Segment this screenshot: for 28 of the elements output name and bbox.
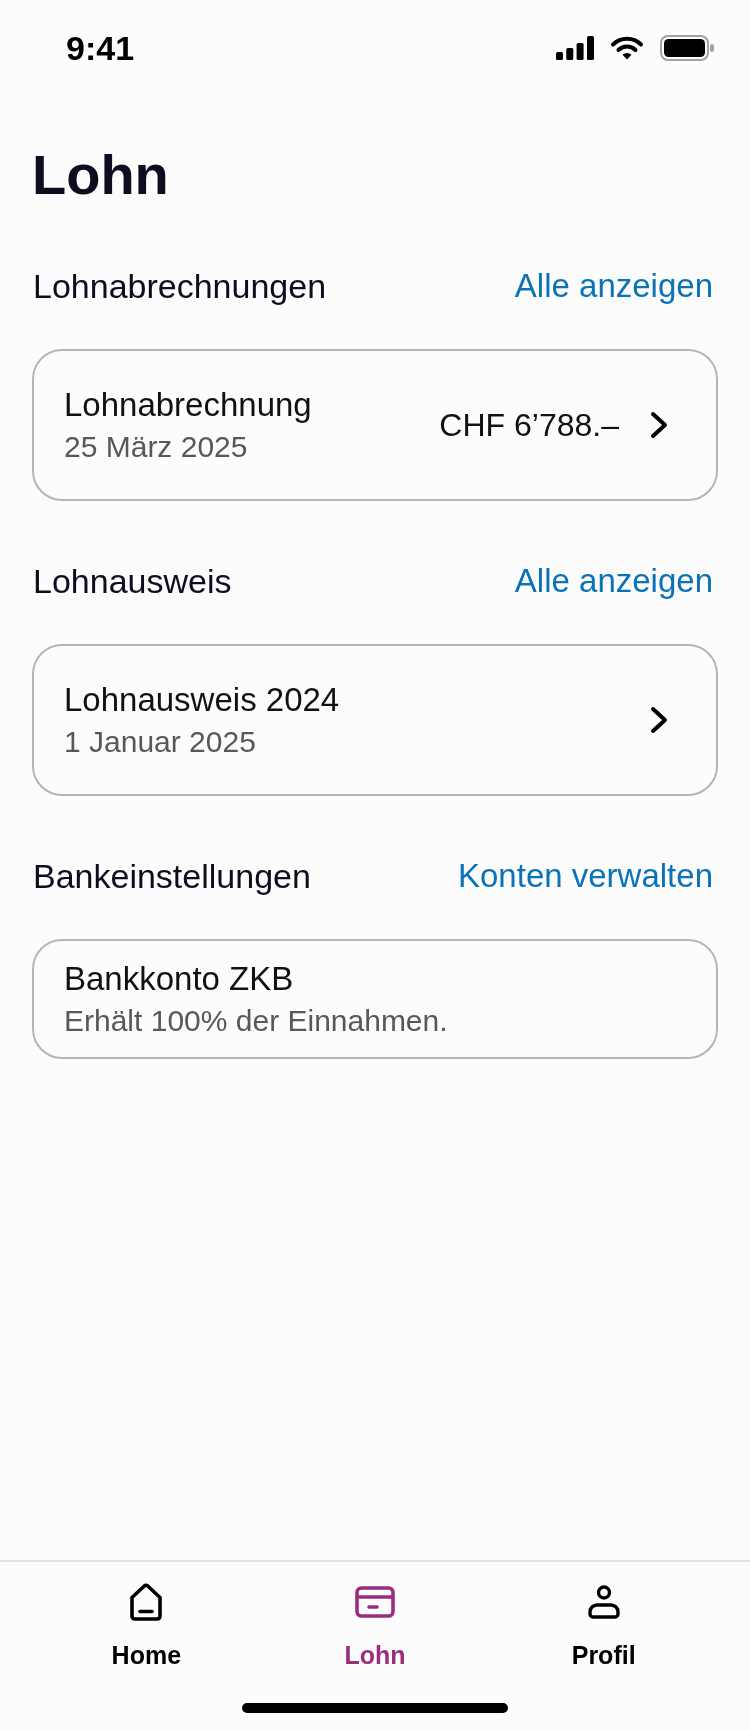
nav-tab[interactable]: Home bbox=[105, 1582, 188, 1670]
section-heading: Lohnabrechnungen bbox=[33, 266, 327, 306]
card-title: Bankkonto ZKB bbox=[64, 959, 295, 999]
status-time: 9:41 bbox=[66, 28, 135, 68]
section-link[interactable]: Alle anzeigen bbox=[514, 266, 713, 306]
nav-tab[interactable]: Profil bbox=[565, 1582, 642, 1670]
section-heading: Lohnausweis bbox=[33, 561, 232, 601]
chevron-right-icon bbox=[650, 411, 668, 439]
battery-icon bbox=[660, 35, 714, 61]
list-card[interactable]: Lohnabrechnung 25 März 2025 CHF 6’788.– bbox=[32, 349, 718, 501]
list-card[interactable]: Lohnausweis 2024 1 Januar 2025 bbox=[32, 644, 718, 796]
section-link[interactable]: Alle anzeigen bbox=[514, 561, 713, 601]
card-subtitle: 1 Januar 2025 bbox=[64, 724, 257, 760]
home-icon bbox=[128, 1582, 165, 1622]
page-title: Lohn bbox=[32, 144, 170, 206]
wifi-icon bbox=[610, 36, 644, 60]
section-link[interactable]: Konten verwalten bbox=[458, 856, 713, 896]
nav-tab[interactable]: Lohn bbox=[338, 1582, 412, 1670]
signal-icon bbox=[556, 36, 594, 60]
card-subtitle: 25 März 2025 bbox=[64, 429, 249, 465]
card-icon bbox=[355, 1586, 395, 1618]
card-title: Lohnabrechnung bbox=[64, 385, 313, 425]
person-icon bbox=[587, 1585, 620, 1619]
chevron-right-icon bbox=[650, 706, 668, 734]
card-title: Lohnausweis 2024 bbox=[64, 680, 341, 720]
card-subtitle: Erhält 100% der Einnahmen. bbox=[64, 1003, 449, 1039]
amount-text: CHF 6’788.– bbox=[439, 406, 619, 445]
section-heading: Bankeinstellungen bbox=[33, 856, 311, 896]
